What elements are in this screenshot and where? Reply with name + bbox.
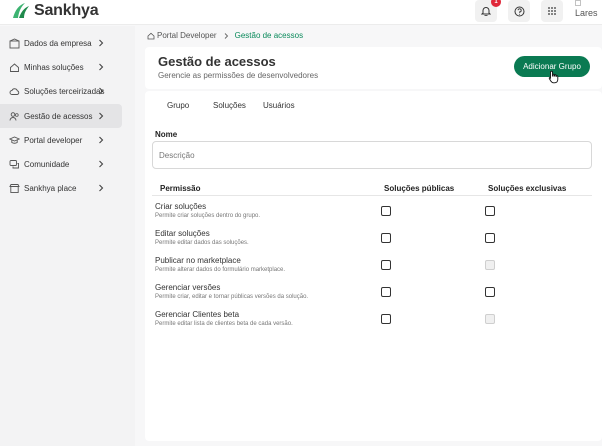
help-circle-icon: [514, 6, 524, 16]
breadcrumb-root[interactable]: Portal Developer: [157, 31, 217, 40]
tab-solucoes[interactable]: Soluções: [213, 101, 246, 110]
cloud-icon: [8, 85, 20, 97]
group-form-card: Grupo Soluções Usuários Nome Descrição P…: [145, 91, 602, 441]
brand-name: Sankhya: [34, 2, 99, 19]
notifications-button[interactable]: 1: [475, 0, 501, 22]
public-solutions-checkbox[interactable]: [381, 260, 391, 270]
permission-description: Permite editar lista de clientes beta de…: [155, 321, 293, 327]
chevron-right-icon: [224, 32, 228, 39]
chevron-right-icon: [99, 184, 104, 192]
grid-icon: [548, 7, 556, 15]
public-solutions-checkbox[interactable]: [381, 287, 391, 297]
exclusive-solutions-checkbox[interactable]: [485, 287, 495, 297]
sidebar-item-comunidade[interactable]: Comunidade: [0, 152, 122, 176]
breadcrumb-current: Gestão de acessos: [234, 31, 304, 40]
bell-icon: [481, 7, 491, 16]
sankhya-logo[interactable]: Sankhya: [10, 0, 99, 22]
store-icon: [8, 182, 20, 194]
chevron-right-icon: [99, 63, 104, 71]
sidebar-item-label: Soluções terceirizadas: [24, 86, 105, 96]
sidebar-item-label: Sankhya place: [24, 183, 77, 193]
table-header-divider: [152, 195, 592, 196]
chevron-right-icon: [99, 160, 104, 168]
hand-cursor-icon: [548, 70, 559, 84]
permission-description: Permite criar, editar e tornar públicas …: [155, 294, 309, 300]
name-field-label: Nome: [155, 130, 178, 139]
table-row: Criar soluções Permite criar soluções de…: [152, 202, 592, 229]
permission-title: Publicar no marketplace: [155, 256, 241, 265]
sidebar-item-sankhya-place[interactable]: Sankhya place: [0, 176, 122, 200]
users-icon: [8, 110, 20, 122]
sidebar-item-label: Gestão de acessos: [24, 111, 93, 121]
top-bar: Sankhya 1 Lares: [0, 0, 602, 25]
page-title: Gestão de acessos: [158, 54, 276, 69]
sidebar-item-solucoes-terceirizadas[interactable]: Soluções terceirizadas: [0, 79, 122, 103]
table-row: Gerenciar Clientes beta Permite editar l…: [152, 310, 592, 337]
home-icon: [8, 61, 20, 73]
permission-title: Criar soluções: [155, 202, 207, 211]
sidebar-item-minhas-solucoes[interactable]: Minhas soluções: [0, 55, 122, 79]
table-row: Editar soluções Permite editar dados das…: [152, 229, 592, 256]
apps-button[interactable]: [541, 0, 563, 22]
broken-image-icon: [575, 0, 581, 6]
sidebar-item-portal-developer[interactable]: Portal developer: [0, 128, 122, 152]
home-icon: [147, 32, 155, 39]
permission-description: Permite editar dados das soluções.: [155, 240, 249, 246]
avatar[interactable]: Lares: [575, 0, 599, 22]
public-solutions-checkbox[interactable]: [381, 206, 391, 216]
exclusive-solutions-checkbox[interactable]: [485, 233, 495, 243]
graduation-cap-icon: [8, 134, 20, 146]
sidebar: Dados da empresa Minhas soluções Soluçõe…: [0, 26, 135, 446]
building-icon: [8, 37, 20, 49]
permission-description: Permite alterar dados do formulário mark…: [155, 267, 286, 273]
tab-grupo[interactable]: Grupo: [167, 101, 189, 110]
exclusive-solutions-checkbox-disabled: [485, 260, 495, 270]
sidebar-item-label: Portal developer: [24, 135, 83, 145]
page-subtitle: Gerencie as permissões de desenvolvedore…: [158, 71, 319, 80]
chevron-right-icon: [99, 87, 104, 95]
avatar-alt-text: Lares: [575, 8, 598, 18]
description-input[interactable]: Descrição: [152, 141, 592, 169]
public-solutions-checkbox[interactable]: [381, 233, 391, 243]
exclusive-solutions-checkbox[interactable]: [485, 206, 495, 216]
chevron-right-icon: [99, 136, 104, 144]
permission-title: Editar soluções: [155, 229, 210, 238]
tab-usuarios[interactable]: Usuários: [263, 101, 295, 110]
sidebar-item-label: Minhas soluções: [24, 62, 84, 72]
table-row: Publicar no marketplace Permite alterar …: [152, 256, 592, 283]
page-header: Gestão de acessos Gerencie as permissões…: [145, 47, 602, 89]
description-placeholder: Descrição: [159, 150, 195, 160]
sidebar-item-dados-da-empresa[interactable]: Dados da empresa: [0, 31, 122, 55]
table-row: Gerenciar versões Permite criar, editar …: [152, 283, 592, 310]
notification-badge: 1: [491, 0, 501, 7]
column-header-permissao: Permissão: [160, 184, 201, 193]
exclusive-solutions-checkbox-disabled: [485, 314, 495, 324]
column-header-solucoes-exclusivas: Soluções exclusivas: [488, 184, 567, 193]
help-button[interactable]: [508, 0, 530, 22]
sidebar-item-gestao-de-acessos[interactable]: Gestão de acessos: [0, 104, 122, 128]
permission-description: Permite criar soluções dentro do grupo.: [155, 213, 261, 219]
breadcrumb: Portal Developer Gestão de acessos: [147, 31, 303, 40]
public-solutions-checkbox[interactable]: [381, 314, 391, 324]
permission-title: Gerenciar versões: [155, 283, 221, 292]
column-header-solucoes-publicas: Soluções públicas: [384, 184, 455, 193]
sidebar-item-label: Comunidade: [24, 159, 70, 169]
chevron-right-icon: [99, 39, 104, 47]
sidebar-item-label: Dados da empresa: [24, 38, 92, 48]
sankhya-logo-mark: [13, 3, 29, 18]
chevron-right-icon: [99, 112, 104, 120]
permission-title: Gerenciar Clientes beta: [155, 310, 240, 319]
chat-icon: [8, 158, 20, 170]
